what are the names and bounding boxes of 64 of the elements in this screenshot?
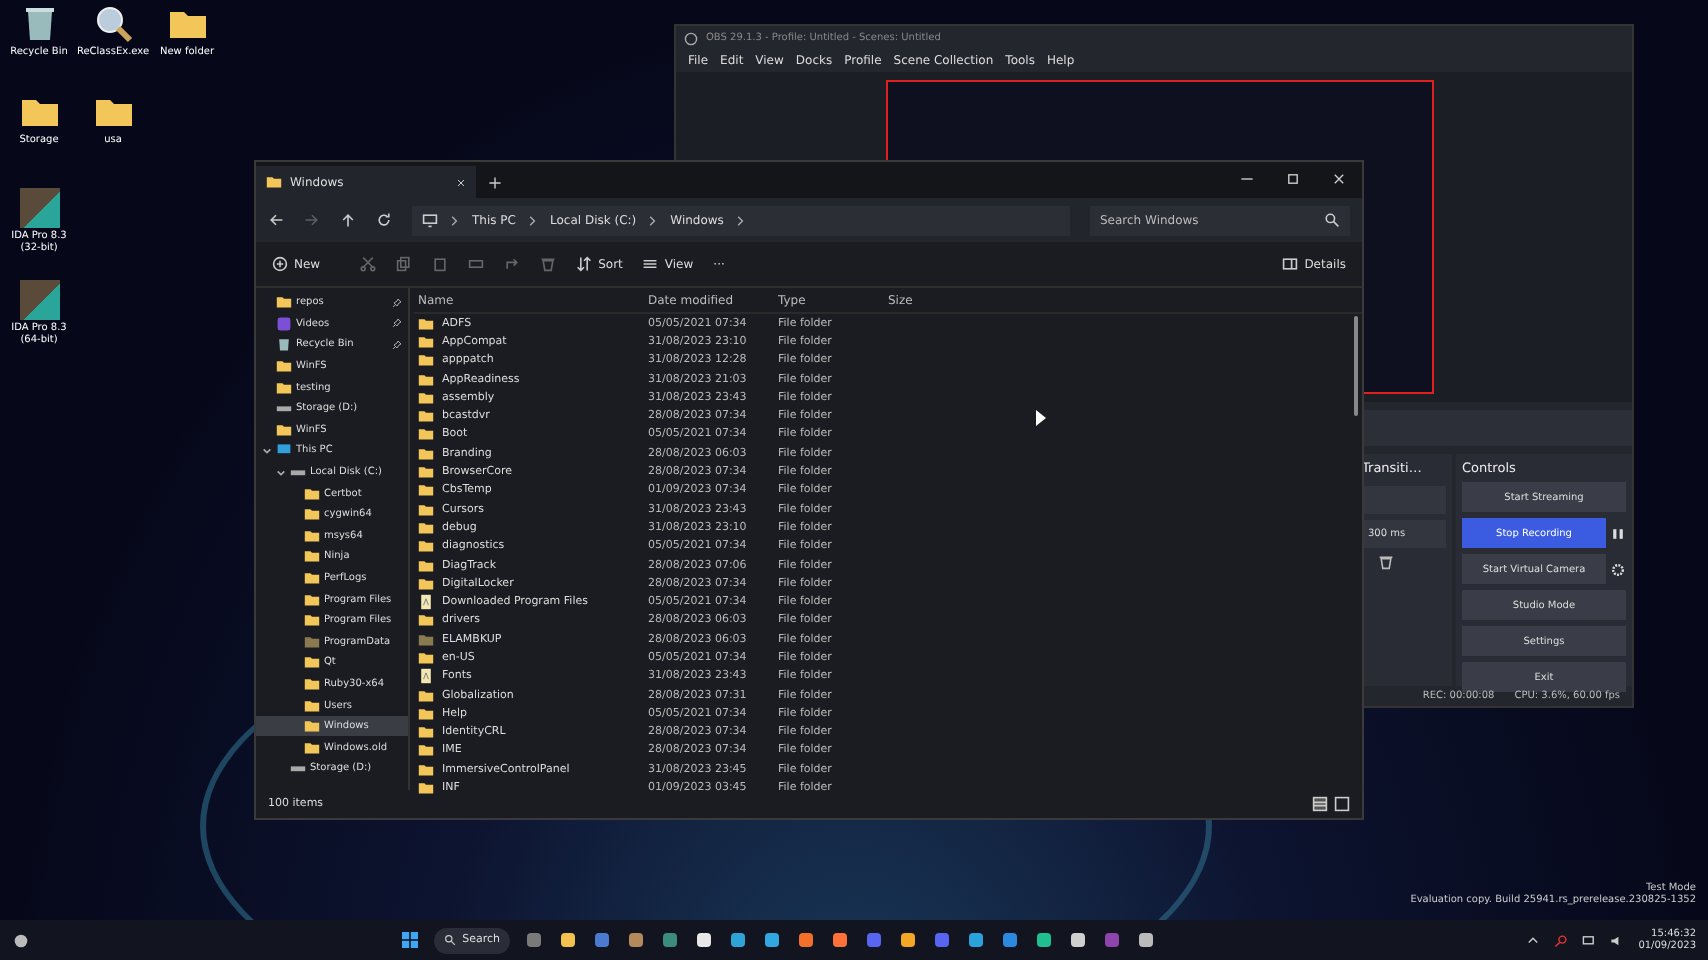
chevron-up-icon[interactable]: [1526, 933, 1541, 947]
refresh-icon[interactable]: [376, 212, 392, 228]
close-tab-icon[interactable]: [456, 177, 466, 187]
drive-icon: [276, 400, 292, 417]
chevron-icon: [527, 213, 538, 227]
panel-icon: [1282, 256, 1299, 272]
search-icon: [444, 934, 457, 946]
drive-icon: [290, 464, 306, 481]
search-icon: [1324, 212, 1340, 228]
folder-icon: [276, 421, 292, 438]
taskbar-app-icon[interactable]: [694, 930, 715, 950]
scrollbar[interactable]: [1354, 316, 1358, 416]
taskbar-app-icon[interactable]: [830, 930, 851, 950]
app-portrait-icon[interactable]: [19, 188, 59, 228]
document-icon: [418, 594, 434, 611]
lines-icon: [642, 256, 659, 272]
network-icon[interactable]: [1582, 933, 1597, 947]
close-icon[interactable]: [1332, 172, 1346, 186]
taskbar-app-icon[interactable]: [898, 930, 919, 950]
taskbar-app-icon[interactable]: [796, 930, 817, 950]
details-view-icon[interactable]: [1312, 796, 1328, 812]
plus-circle-icon: [272, 256, 288, 272]
tiles-view-icon[interactable]: [1334, 796, 1350, 812]
up-arrow-icon[interactable]: [340, 212, 356, 228]
pause-icon[interactable]: [1610, 525, 1626, 541]
video-icon: [276, 315, 292, 332]
folder-icon: [276, 294, 292, 311]
app-portrait-icon[interactable]: [19, 280, 59, 320]
cut-icon[interactable]: [360, 256, 377, 272]
chevron-icon: [648, 213, 659, 227]
taskbar-app-icon[interactable]: [1136, 930, 1157, 950]
sort-arrows-icon: [576, 256, 593, 272]
recycle-bin-icon: [276, 336, 292, 353]
monitor-icon: [276, 442, 292, 459]
trash-icon[interactable]: [1378, 554, 1394, 570]
delete-icon[interactable]: [540, 256, 557, 272]
taskbar-app-icon[interactable]: [966, 930, 987, 950]
chevron-icon: [450, 213, 460, 227]
back-arrow-icon[interactable]: [268, 212, 284, 228]
taskbar-app-icon[interactable]: [558, 930, 579, 950]
new-tab-icon[interactable]: [488, 176, 502, 190]
taskbar-app-icon[interactable]: [626, 930, 647, 950]
chevron-icon: [735, 213, 746, 227]
taskbar-app-icon[interactable]: [1034, 930, 1055, 950]
magnifier-icon[interactable]: [93, 4, 133, 44]
copy-icon[interactable]: [396, 256, 413, 272]
paste-icon[interactable]: [432, 256, 449, 272]
mouse-pointer: [1036, 410, 1046, 426]
cloud-icon[interactable]: [12, 931, 30, 949]
taskbar-app-icon[interactable]: [762, 930, 783, 950]
forward-arrow-icon[interactable]: [304, 212, 320, 228]
drive-icon: [290, 760, 306, 777]
settings-icon[interactable]: [1610, 561, 1626, 577]
document-icon: [418, 668, 434, 685]
rename-icon[interactable]: [468, 256, 485, 272]
app-logo-icon: [684, 31, 698, 45]
taskbar-app-icon[interactable]: [1068, 930, 1089, 950]
taskbar-app-icon[interactable]: [728, 930, 749, 950]
start-icon[interactable]: [400, 930, 421, 950]
minimize-icon[interactable]: [1240, 172, 1254, 186]
share-icon[interactable]: [504, 256, 521, 272]
monitor-icon: [422, 212, 438, 228]
maximize-icon[interactable]: [1286, 172, 1300, 186]
folder-icon: [266, 174, 282, 190]
